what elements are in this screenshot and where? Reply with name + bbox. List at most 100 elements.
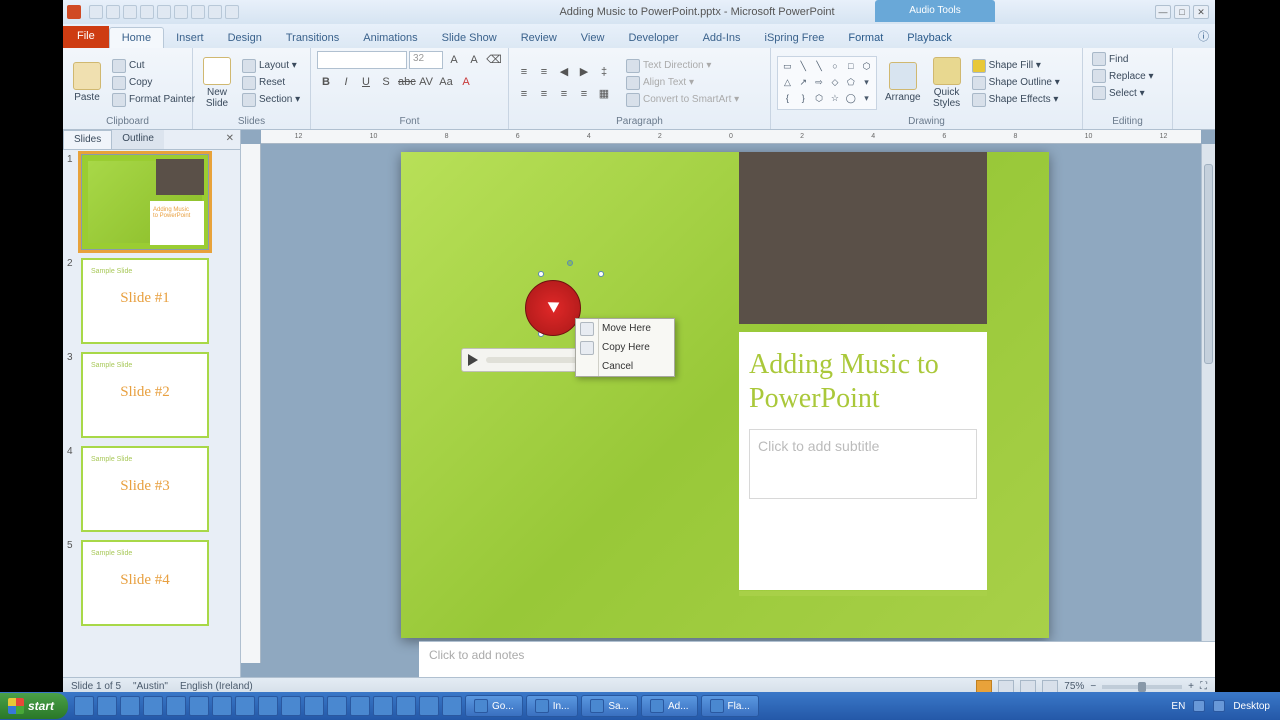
replace-button[interactable]: Replace ▾ <box>1089 68 1157 84</box>
close-button[interactable]: ✕ <box>1193 5 1209 19</box>
underline-button[interactable]: U <box>357 73 375 91</box>
section-button[interactable]: Section ▾ <box>239 92 303 108</box>
minimize-button[interactable]: — <box>1155 5 1171 19</box>
tab-design[interactable]: Design <box>216 28 274 48</box>
shape-fill-button[interactable]: Shape Fill ▾ <box>969 58 1063 74</box>
qat-btn[interactable] <box>208 5 222 19</box>
font-size-input[interactable]: 32 <box>409 51 443 69</box>
shapes-gallery[interactable]: ▭╲╲○□⬡ △↗⇨◇⬠▾ {}⬡☆◯▾ <box>777 56 877 110</box>
fit-button[interactable]: ⛶ <box>1200 681 1207 692</box>
slide-image-placeholder[interactable] <box>739 152 987 324</box>
file-tab[interactable]: File <box>63 26 109 48</box>
qat-redo-icon[interactable] <box>123 5 137 19</box>
qat-save-icon[interactable] <box>89 5 103 19</box>
cut-button[interactable]: Cut <box>109 58 198 74</box>
thumb-5[interactable]: 5 Sample SlideSlide #4 <box>67 540 236 626</box>
paste-button[interactable]: Paste <box>69 60 105 105</box>
layout-button[interactable]: Layout ▾ <box>239 58 303 74</box>
numbering-button[interactable]: ≡ <box>535 63 553 81</box>
decrease-indent-button[interactable]: ◀ <box>555 63 573 81</box>
bold-button[interactable]: B <box>317 73 335 91</box>
shrink-font-button[interactable]: A <box>465 51 483 69</box>
slide-canvas[interactable]: Adding Music to PowerPoint Click to add … <box>401 152 1049 638</box>
tab-home[interactable]: Home <box>109 27 164 48</box>
zoom-thumb[interactable] <box>1138 682 1146 692</box>
ql-icon[interactable] <box>442 696 462 716</box>
start-button[interactable]: start <box>0 693 68 719</box>
justify-button[interactable]: ≡ <box>575 85 593 103</box>
slide-subtitle-placeholder[interactable]: Click to add subtitle <box>749 429 977 499</box>
font-color-button[interactable]: A <box>457 73 475 91</box>
thumb-2[interactable]: 2 Sample SlideSlide #1 <box>67 258 236 344</box>
tab-developer[interactable]: Developer <box>616 28 690 48</box>
thumb-3[interactable]: 3 Sample SlideSlide #2 <box>67 352 236 438</box>
ql-icon[interactable] <box>166 696 186 716</box>
notes-pane[interactable]: Click to add notes <box>419 641 1215 677</box>
shape-outline-button[interactable]: Shape Outline ▾ <box>969 75 1063 91</box>
vertical-scrollbar[interactable] <box>1201 144 1215 677</box>
tab-playback[interactable]: Playback <box>895 28 964 48</box>
taskbar-app[interactable]: Sa... <box>581 695 638 717</box>
select-button[interactable]: Select ▾ <box>1089 85 1148 101</box>
ctx-copy-here[interactable]: Copy Here <box>576 338 674 357</box>
qat-btn[interactable] <box>191 5 205 19</box>
ql-icon[interactable] <box>97 696 117 716</box>
italic-button[interactable]: I <box>337 73 355 91</box>
qat-btn[interactable] <box>157 5 171 19</box>
tab-ispring[interactable]: iSpring Free <box>753 28 837 48</box>
grow-font-button[interactable]: A <box>445 51 463 69</box>
align-center-button[interactable]: ≡ <box>535 85 553 103</box>
format-painter-button[interactable]: Format Painter <box>109 92 198 108</box>
ql-icon[interactable] <box>74 696 94 716</box>
tab-transitions[interactable]: Transitions <box>274 28 351 48</box>
play-icon[interactable] <box>468 354 478 366</box>
tab-review[interactable]: Review <box>509 28 569 48</box>
ql-icon[interactable] <box>258 696 278 716</box>
maximize-button[interactable]: □ <box>1174 5 1190 19</box>
ctx-move-here[interactable]: Move Here <box>576 319 674 338</box>
thumb-4[interactable]: 4 Sample SlideSlide #3 <box>67 446 236 532</box>
smartart-button[interactable]: Convert to SmartArt ▾ <box>623 92 742 108</box>
qat-btn[interactable] <box>174 5 188 19</box>
arrange-button[interactable]: Arrange <box>881 60 925 105</box>
case-button[interactable]: Aa <box>437 73 455 91</box>
tab-addins[interactable]: Add-Ins <box>691 28 753 48</box>
columns-button[interactable]: ▦ <box>595 85 613 103</box>
zoom-out-button[interactable]: − <box>1090 681 1096 692</box>
clear-format-button[interactable]: ⌫ <box>485 51 503 69</box>
line-spacing-button[interactable]: ‡ <box>595 63 613 81</box>
ql-icon[interactable] <box>419 696 439 716</box>
shape-effects-button[interactable]: Shape Effects ▾ <box>969 92 1063 108</box>
taskbar-app[interactable]: Go... <box>465 695 523 717</box>
taskbar-app[interactable]: In... <box>526 695 579 717</box>
ql-icon[interactable] <box>143 696 163 716</box>
tab-animations[interactable]: Animations <box>351 28 429 48</box>
reset-button[interactable]: Reset <box>239 75 303 91</box>
taskbar-app[interactable]: Ad... <box>641 695 698 717</box>
find-button[interactable]: Find <box>1089 51 1131 67</box>
ql-icon[interactable] <box>304 696 324 716</box>
qat-undo-icon[interactable] <box>106 5 120 19</box>
scrollbar-thumb[interactable] <box>1204 164 1213 364</box>
help-icon[interactable]: ⓘ <box>1192 24 1215 48</box>
ql-icon[interactable] <box>120 696 140 716</box>
zoom-slider[interactable] <box>1102 685 1182 689</box>
align-right-button[interactable]: ≡ <box>555 85 573 103</box>
taskbar-app[interactable]: Fla... <box>701 695 759 717</box>
qat-btn[interactable] <box>140 5 154 19</box>
ql-icon[interactable] <box>281 696 301 716</box>
ql-icon[interactable] <box>212 696 232 716</box>
ctx-cancel[interactable]: Cancel <box>576 357 674 376</box>
ql-icon[interactable] <box>235 696 255 716</box>
tray-desktop[interactable]: Desktop <box>1233 701 1270 712</box>
tray-icon[interactable] <box>1213 700 1225 712</box>
slides-tab[interactable]: Slides <box>63 130 112 149</box>
tab-format[interactable]: Format <box>836 28 895 48</box>
shadow-button[interactable]: S <box>377 73 395 91</box>
strike-button[interactable]: abc <box>397 73 415 91</box>
copy-button[interactable]: Copy <box>109 75 198 91</box>
align-text-button[interactable]: Align Text ▾ <box>623 75 742 91</box>
slide-title[interactable]: Adding Music to PowerPoint <box>749 348 977 415</box>
font-family-input[interactable] <box>317 51 407 69</box>
zoom-level[interactable]: 75% <box>1064 681 1084 692</box>
